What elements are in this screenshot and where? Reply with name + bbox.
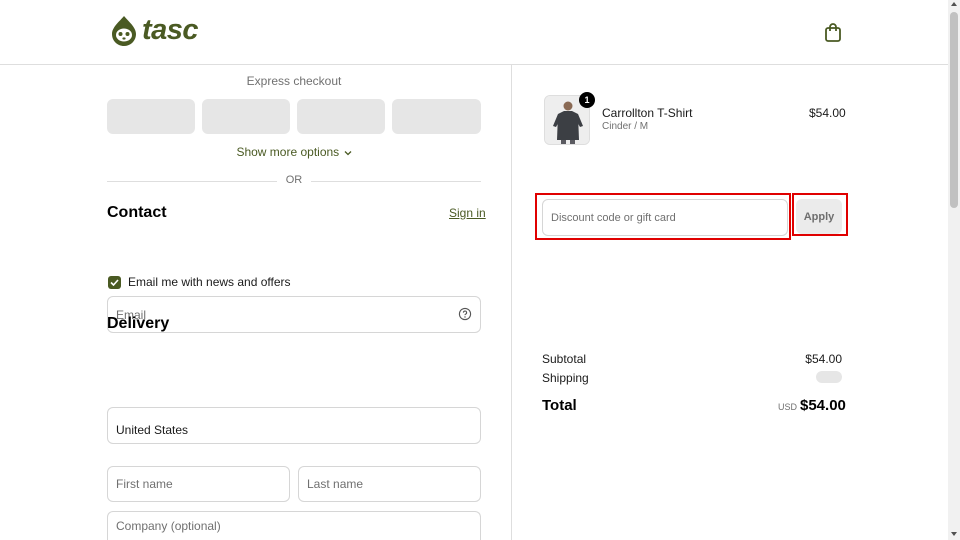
company-placeholder: Company (optional) bbox=[116, 519, 221, 533]
quantity-badge: 1 bbox=[579, 92, 595, 108]
first-name-placeholder: First name bbox=[116, 477, 173, 491]
brand-name: tasc bbox=[142, 14, 199, 46]
express-pay-button-1[interactable] bbox=[107, 99, 195, 134]
brand-logo[interactable]: tasc bbox=[110, 14, 199, 47]
or-divider: OR bbox=[107, 174, 481, 188]
product-variant: Cinder / M bbox=[602, 121, 649, 132]
shipping-label: Shipping bbox=[542, 371, 589, 385]
total-label: Total bbox=[542, 397, 577, 414]
subtotal-label: Subtotal bbox=[542, 352, 587, 366]
first-name-field[interactable]: First name bbox=[107, 466, 290, 502]
show-more-label: Show more options bbox=[236, 145, 340, 159]
scroll-down-arrow[interactable] bbox=[951, 532, 957, 536]
country-value: United States bbox=[116, 423, 189, 437]
help-circle-icon[interactable] bbox=[458, 307, 472, 321]
header: tasc bbox=[0, 0, 948, 65]
product-name: Carrollton T-Shirt bbox=[602, 106, 693, 120]
newsletter-label: Email me with news and offers bbox=[128, 275, 291, 289]
country-select[interactable]: United States bbox=[107, 407, 481, 444]
or-line-right bbox=[311, 181, 481, 182]
express-pay-button-2[interactable] bbox=[202, 99, 290, 134]
shipping-value-placeholder bbox=[816, 371, 842, 383]
cart-button[interactable] bbox=[823, 22, 843, 44]
express-pay-button-4[interactable] bbox=[392, 99, 481, 134]
apply-discount-button[interactable]: Apply bbox=[796, 199, 842, 234]
product-price: $54.00 bbox=[809, 106, 846, 120]
total-value: $54.00 bbox=[800, 397, 846, 414]
total-currency: USD bbox=[778, 402, 798, 412]
contact-heading: Contact bbox=[107, 204, 167, 221]
tasc-logo-icon bbox=[112, 15, 136, 46]
express-checkout-title: Express checkout bbox=[246, 74, 342, 88]
delivery-heading: Delivery bbox=[107, 315, 170, 332]
scrollbar-thumb[interactable] bbox=[950, 12, 958, 208]
discount-code-input[interactable]: Discount code or gift card bbox=[542, 199, 788, 236]
last-name-field[interactable]: Last name bbox=[298, 466, 481, 502]
express-pay-button-3[interactable] bbox=[297, 99, 385, 134]
subtotal-value: $54.00 bbox=[805, 352, 842, 366]
newsletter-option[interactable]: Email me with news and offers bbox=[108, 275, 291, 289]
discount-placeholder: Discount code or gift card bbox=[551, 211, 676, 224]
company-field[interactable]: Company (optional) bbox=[107, 511, 481, 540]
page-scrollbar[interactable] bbox=[948, 0, 960, 540]
shopping-bag-icon bbox=[825, 23, 841, 42]
chevron-down-icon bbox=[344, 150, 351, 156]
scroll-up-arrow[interactable] bbox=[951, 2, 957, 6]
show-more-options-button[interactable]: Show more options bbox=[107, 145, 481, 159]
last-name-placeholder: Last name bbox=[307, 477, 364, 491]
checkmark-icon bbox=[110, 278, 119, 286]
or-label: OR bbox=[285, 174, 303, 186]
sign-in-link[interactable]: Sign in bbox=[449, 206, 486, 220]
newsletter-checkbox[interactable] bbox=[108, 275, 121, 289]
